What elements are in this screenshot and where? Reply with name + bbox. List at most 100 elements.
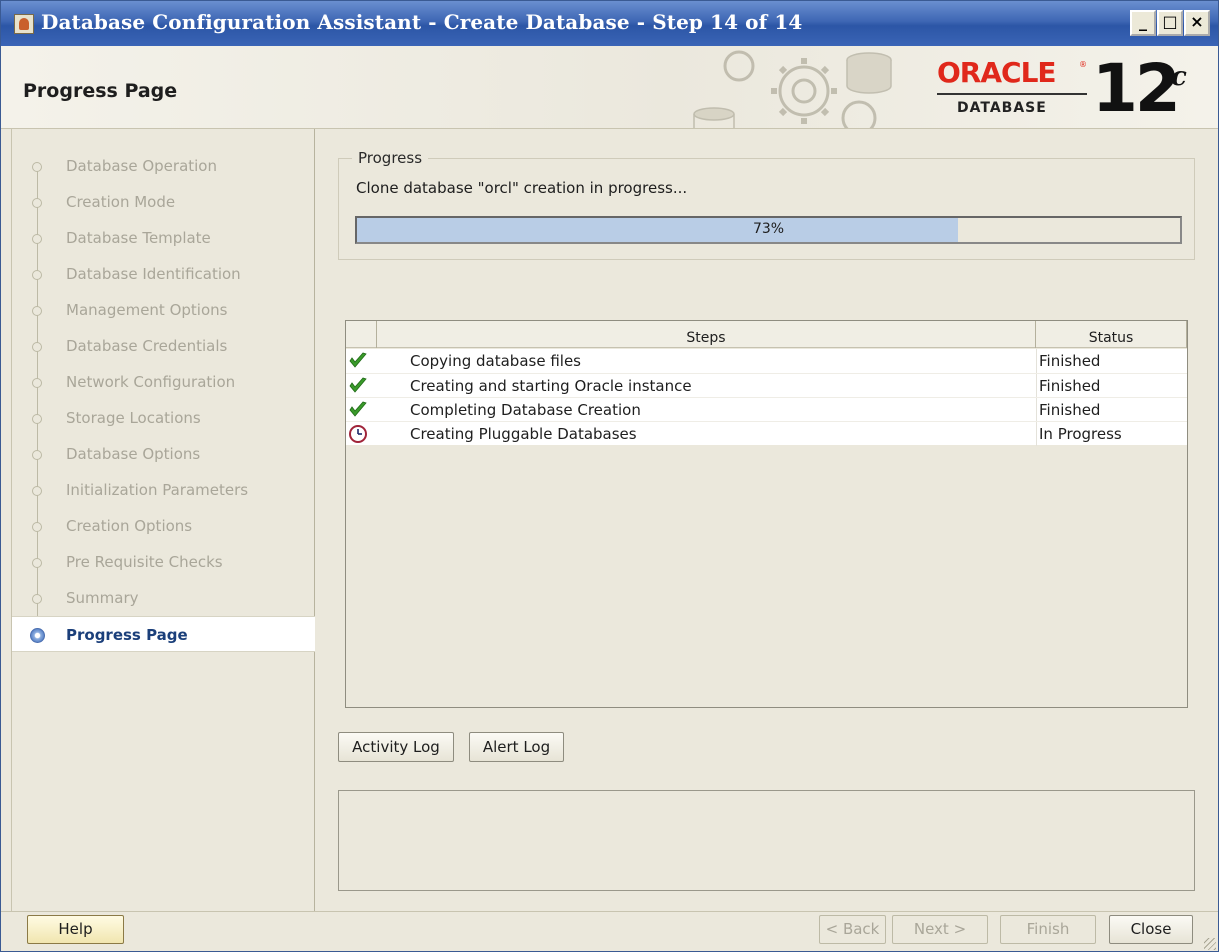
- help-button[interactable]: Help: [27, 915, 124, 944]
- database-wordmark: DATABASE: [957, 100, 1047, 116]
- column-separator: [1036, 422, 1037, 446]
- next-button[interactable]: Next >: [892, 915, 988, 944]
- step-dot-icon: [32, 414, 42, 424]
- step-dot-icon: [32, 522, 42, 532]
- nav-item-database-identification[interactable]: Database Identification: [12, 256, 315, 292]
- column-separator: [1036, 398, 1037, 422]
- java-app-icon: [14, 14, 34, 34]
- steps-table: Steps Status Copying database files Finis…: [345, 320, 1188, 708]
- nav-item-management-options[interactable]: Management Options: [12, 292, 315, 328]
- step-dot-icon: [32, 558, 42, 568]
- nav-item-database-credentials[interactable]: Database Credentials: [12, 328, 315, 364]
- registered-mark: ®: [1079, 60, 1087, 69]
- step-status-cell: In Progress: [1039, 425, 1122, 443]
- step-status-cell: Finished: [1039, 377, 1101, 395]
- check-icon: [348, 376, 368, 396]
- progress-status-message: Clone database "orcl" creation in progre…: [356, 179, 688, 197]
- version-suffix: c: [1171, 62, 1187, 92]
- step-dot-icon: [32, 594, 42, 604]
- nav-item-label: Storage Locations: [66, 409, 201, 427]
- page-header: Progress Page ORACLE ® DATABASE 12 c: [1, 46, 1218, 129]
- nav-item-label: Initialization Parameters: [66, 481, 249, 499]
- step-dot-icon: [32, 270, 42, 280]
- step-dot-icon: [32, 198, 42, 208]
- table-row[interactable]: Completing Database Creation Finished: [346, 397, 1187, 422]
- nav-item-database-operation[interactable]: Database Operation: [12, 148, 315, 184]
- nav-item-database-options[interactable]: Database Options: [12, 436, 315, 472]
- column-separator: [1036, 374, 1037, 398]
- step-dot-icon: [32, 450, 42, 460]
- step-dot-icon: [32, 342, 42, 352]
- nav-item-label: Database Template: [66, 229, 211, 247]
- dbca-window: Database Configuration Assistant - Creat…: [0, 0, 1219, 952]
- step-name-cell: Copying database files: [410, 352, 581, 370]
- minimize-button[interactable]: _: [1130, 10, 1156, 36]
- progress-bar: 73%: [355, 216, 1182, 244]
- nav-item-label: Management Options: [66, 301, 228, 319]
- column-header-status[interactable]: Status: [1036, 321, 1187, 348]
- column-header-steps[interactable]: Steps: [377, 321, 1036, 348]
- nav-item-label: Creation Mode: [66, 193, 176, 211]
- logo-divider: [937, 93, 1087, 95]
- step-dot-icon: [32, 306, 42, 316]
- back-button[interactable]: < Back: [819, 915, 886, 944]
- alert-log-button[interactable]: Alert Log: [469, 732, 564, 762]
- maximize-button[interactable]: □: [1157, 10, 1183, 36]
- table-row[interactable]: Copying database files Finished: [346, 349, 1187, 373]
- step-dot-icon: [32, 234, 42, 244]
- oracle-database-logo: ORACLE ® DATABASE: [937, 58, 1089, 120]
- step-name-cell: Creating and starting Oracle instance: [410, 377, 692, 395]
- step-status-cell: Finished: [1039, 401, 1101, 419]
- finish-button[interactable]: Finish: [1000, 915, 1096, 944]
- table-row[interactable]: Creating Pluggable Databases In Progress: [346, 421, 1187, 446]
- check-icon: [348, 351, 368, 371]
- nav-item-label: Pre Requisite Checks: [66, 553, 223, 571]
- nav-item-creation-options[interactable]: Creation Options: [12, 508, 315, 544]
- nav-item-label: Creation Options: [66, 517, 193, 535]
- nav-item-progress-page[interactable]: Progress Page: [12, 616, 315, 652]
- nav-item-network-configuration[interactable]: Network Configuration: [12, 364, 315, 400]
- nav-item-storage-locations[interactable]: Storage Locations: [12, 400, 315, 436]
- version-number: 12: [1092, 50, 1181, 127]
- nav-item-creation-mode[interactable]: Creation Mode: [12, 184, 315, 220]
- nav-item-pre-requisite-checks[interactable]: Pre Requisite Checks: [12, 544, 315, 580]
- page-title: Progress Page: [23, 80, 178, 102]
- step-navigation: Database Operation Creation Mode Database …: [11, 129, 315, 911]
- column-separator: [1036, 349, 1037, 373]
- progress-group: Progress Clone database "orcl" creation …: [338, 149, 1195, 260]
- step-dot-icon: [32, 486, 42, 496]
- close-button[interactable]: Close: [1109, 915, 1193, 944]
- nav-item-label: Summary: [66, 589, 139, 607]
- activity-log-label: Activity Log: [352, 738, 440, 756]
- nav-item-initialization-parameters[interactable]: Initialization Parameters: [12, 472, 315, 508]
- table-row[interactable]: Creating and starting Oracle instance Fin…: [346, 373, 1187, 398]
- check-icon: [348, 400, 368, 420]
- step-dot-icon: [32, 378, 42, 388]
- clock-icon: [348, 424, 368, 444]
- oracle-wordmark: ORACLE: [937, 56, 1057, 89]
- column-header-icon[interactable]: [346, 321, 377, 348]
- step-name-cell: Creating Pluggable Databases: [410, 425, 637, 443]
- step-dot-icon: [32, 162, 42, 172]
- activity-log-button[interactable]: Activity Log: [338, 732, 454, 762]
- table-header: Steps Status: [346, 321, 1187, 348]
- nav-item-label: Database Operation: [66, 157, 217, 175]
- close-window-button[interactable]: ×: [1184, 10, 1210, 36]
- nav-item-label: Progress Page: [66, 626, 188, 644]
- progress-percent: 73%: [752, 221, 785, 237]
- title-bar[interactable]: Database Configuration Assistant - Creat…: [1, 1, 1218, 46]
- footer-divider: [1, 911, 1218, 912]
- window-title: Database Configuration Assistant - Creat…: [41, 10, 803, 34]
- nav-item-label: Database Identification: [66, 265, 241, 283]
- step-status-cell: Finished: [1039, 352, 1101, 370]
- nav-item-label: Database Credentials: [66, 337, 228, 355]
- current-step-icon: [30, 628, 45, 643]
- gears-banner-graphic: [693, 50, 892, 128]
- alert-log-label: Alert Log: [482, 738, 551, 756]
- resize-grip[interactable]: [1204, 938, 1216, 950]
- nav-item-label: Network Configuration: [66, 373, 236, 391]
- nav-item-summary[interactable]: Summary: [12, 580, 315, 616]
- progress-group-label: Progress: [352, 149, 429, 167]
- nav-item-database-template[interactable]: Database Template: [12, 220, 315, 256]
- message-area[interactable]: [338, 790, 1195, 891]
